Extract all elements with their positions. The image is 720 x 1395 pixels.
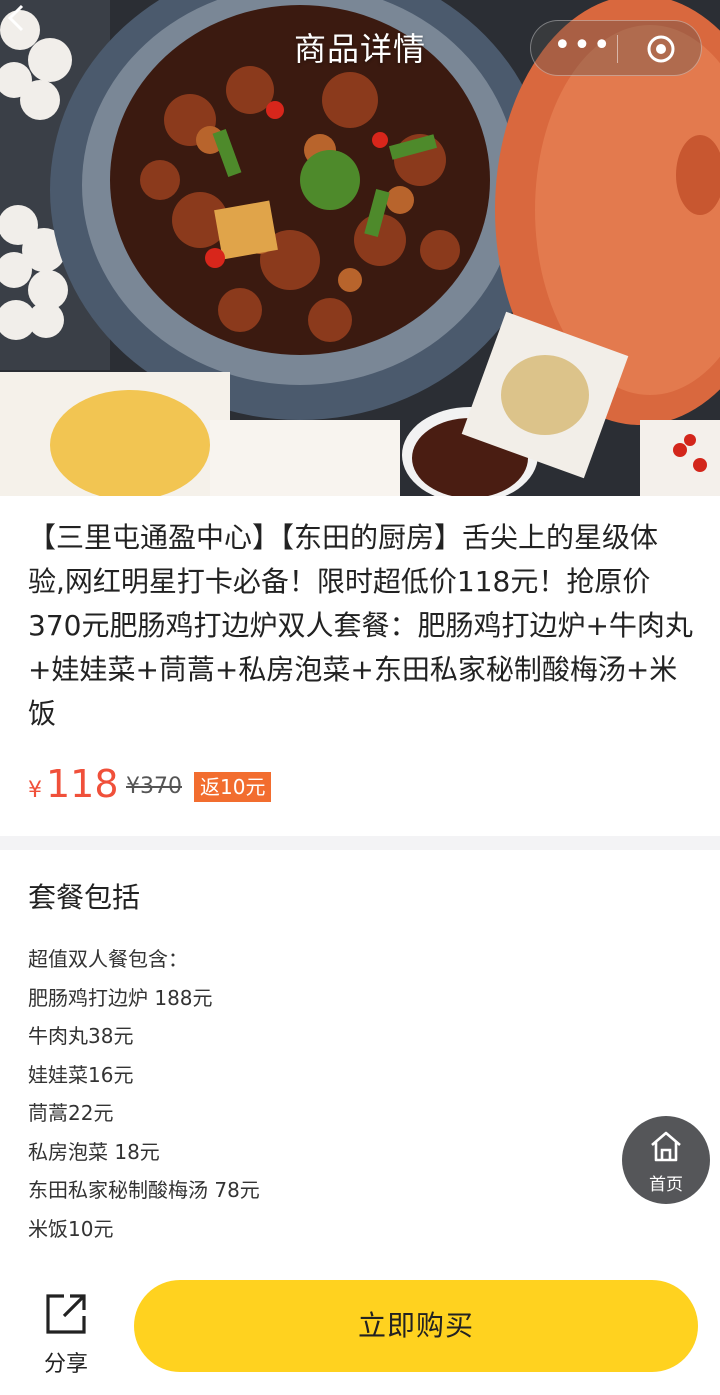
price-row: ¥ 118 ¥370 返10元	[28, 758, 688, 814]
package-heading: 套餐包括	[28, 881, 141, 914]
more-dots-icon[interactable]: •••	[553, 31, 613, 67]
buy-now-button[interactable]: 立即购买	[134, 1280, 698, 1372]
package-section: 套餐包括 超值双人餐包含： 肥肠鸡打边炉 188元 牛肉丸38元 娃娃菜16元 …	[0, 850, 720, 1270]
product-info: 【三里屯通盈中心】【东田的厨房】舌尖上的星级体验,网红明星打卡必备！限时超低价1…	[0, 496, 720, 836]
mini-program-capsule: •••	[530, 20, 702, 76]
package-item: 超值双人餐包含：	[28, 947, 188, 971]
original-price: ¥370	[126, 774, 182, 799]
home-label: 首页	[649, 1175, 683, 1195]
package-item: 娃娃菜16元	[28, 1062, 134, 1087]
package-item: 私房泡菜 18元	[28, 1139, 160, 1164]
home-icon	[651, 1131, 681, 1162]
top-nav-bar: 商品详情 •••	[0, 0, 720, 92]
target-circle-icon[interactable]	[645, 33, 677, 65]
package-item: 东田私家秘制酸梅汤 78元	[28, 1178, 260, 1202]
share-button[interactable]: 分享	[28, 1288, 104, 1378]
product-hero-image: 商品详情 •••	[0, 0, 720, 496]
home-button[interactable]: 首页	[622, 1116, 710, 1204]
currency-symbol: ¥	[28, 778, 42, 803]
package-item: 米饭10元	[28, 1216, 114, 1241]
capsule-divider	[617, 35, 618, 63]
rebate-badge: 返10元	[194, 772, 272, 802]
package-item: 茼蒿22元	[28, 1101, 114, 1125]
product-title: 【三里屯通盈中心】【东田的厨房】舌尖上的星级体验,网红明星打卡必备！限时超低价1…	[28, 521, 693, 730]
package-item: 肥肠鸡打边炉 188元	[28, 985, 213, 1010]
bottom-action-bar: 分享 立即购买	[0, 1270, 720, 1395]
share-label: 分享	[43, 1352, 88, 1377]
current-price: 118	[46, 762, 119, 806]
package-list: 超值双人餐包含： 肥肠鸡打边炉 188元 牛肉丸38元 娃娃菜16元 茼蒿22元…	[28, 940, 588, 1248]
section-divider	[0, 836, 720, 850]
package-item: 牛肉丸38元	[28, 1024, 134, 1048]
share-icon	[46, 1294, 86, 1334]
